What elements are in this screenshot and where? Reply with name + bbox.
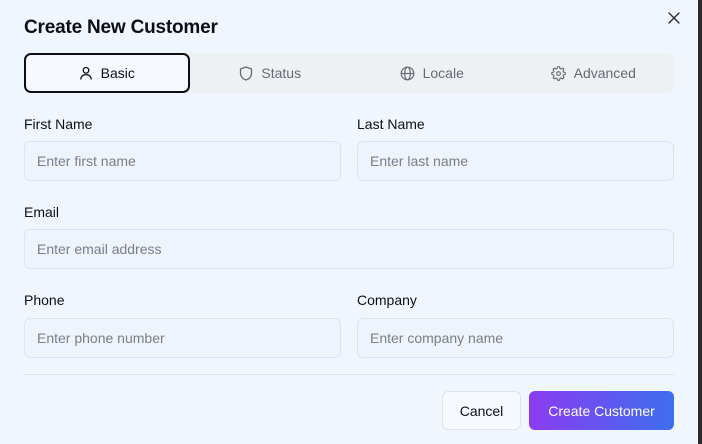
shield-icon [239,65,253,81]
company-input[interactable] [357,318,674,358]
create-customer-dialog: Create New Customer Basic Status Locale … [0,0,698,444]
phone-label: Phone [24,292,65,308]
user-icon [79,66,93,80]
cancel-button[interactable]: Cancel [442,391,521,430]
tab-basic[interactable]: Basic [24,53,190,93]
tab-status[interactable]: Status [190,53,352,93]
close-button[interactable] [664,10,684,30]
first-name-label: First Name [24,116,93,132]
email-label: Email [24,204,60,220]
window-edge [698,0,702,444]
create-customer-button[interactable]: Create Customer [529,391,674,430]
company-label: Company [357,292,417,308]
globe-icon [400,66,415,81]
tab-locale[interactable]: Locale [351,53,513,93]
tab-label: Advanced [573,65,636,81]
tab-label: Status [261,65,302,81]
last-name-label: Last Name [357,116,425,132]
first-name-input[interactable] [24,141,341,181]
tab-list: Basic Status Locale Advanced [24,53,674,93]
phone-input[interactable] [24,318,341,358]
tab-label: Basic [100,65,135,81]
gear-icon [550,65,566,81]
close-icon [668,11,680,29]
footer-divider [24,374,674,375]
tab-advanced[interactable]: Advanced [513,53,675,93]
tab-label: Locale [422,65,464,81]
email-input[interactable] [24,229,674,269]
last-name-input[interactable] [357,141,674,181]
dialog-title: Create New Customer [24,17,218,38]
